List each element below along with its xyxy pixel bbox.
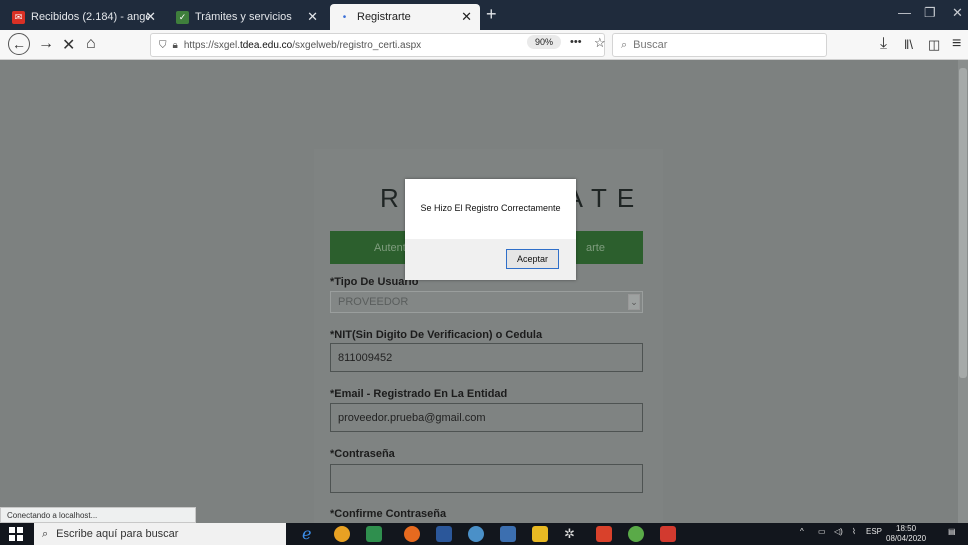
scrollbar[interactable] <box>958 60 968 523</box>
clock-date: 08/04/2020 <box>886 534 927 543</box>
app-icon[interactable] <box>366 526 382 542</box>
clock-time: 18:50 <box>896 524 917 533</box>
back-arrow-icon[interactable]: ← <box>8 33 30 55</box>
bookmark-star-icon[interactable]: ☆ <box>594 35 606 51</box>
minimize-icon[interactable]: — <box>898 5 911 20</box>
email-input[interactable]: proveedor.prueba@gmail.com <box>330 403 643 432</box>
nit-input[interactable]: 811009452 <box>330 343 643 372</box>
accept-button[interactable]: Aceptar <box>506 249 559 269</box>
scroll-thumb[interactable] <box>959 68 967 378</box>
zoom-level[interactable]: 90% <box>527 35 562 49</box>
taskbar-search-placeholder: Escribe aquí para buscar <box>56 528 179 540</box>
site-icon: ✓ <box>176 10 189 24</box>
settings-gear-icon[interactable]: ✲ <box>564 526 580 542</box>
forward-arrow-icon[interactable]: → <box>38 35 54 53</box>
tab-registrarte[interactable]: arte <box>586 242 605 254</box>
firefox-icon[interactable] <box>404 526 420 542</box>
lock-icon: 🔒︎ <box>172 39 178 51</box>
search-input[interactable]: ⌕ Buscar <box>612 33 827 57</box>
tab-label: Recibidos (2.184) - angelalopez <box>31 11 149 23</box>
url-text: https://sxgel.tdea.edu.co/sxgelweb/regis… <box>183 39 422 51</box>
sidebar-icon[interactable]: ◫ <box>928 37 940 53</box>
network-icon[interactable]: ⌇ <box>852 527 856 536</box>
nit-label: *NIT(Sin Digito De Verificacion) o Cedul… <box>330 329 543 341</box>
html5-icon[interactable] <box>596 526 612 542</box>
windows-start-icon[interactable] <box>9 527 23 541</box>
word-icon[interactable] <box>436 526 452 542</box>
app-icon-2[interactable] <box>628 526 644 542</box>
chevron-up-icon[interactable]: ^ <box>800 527 804 536</box>
email-value: proveedor.prueba@gmail.com <box>338 411 486 424</box>
tipo-usuario-select[interactable]: PROVEEDOR ⌄ <box>330 291 643 313</box>
search-icon: ⌕ <box>42 527 49 540</box>
menu-icon[interactable]: ≡ <box>952 35 961 53</box>
volume-icon[interactable]: ◁) <box>834 527 843 536</box>
browser-tab-strip: ✉ Recibidos (2.184) - angelalopez ✕ ✓ Tr… <box>0 0 968 30</box>
windows-taskbar: ⌕ Escribe aquí para buscar ℯ ✲ ^ ▭ ◁) ⌇ … <box>0 523 968 545</box>
new-tab-button[interactable]: + <box>486 4 497 25</box>
search-placeholder: Buscar <box>633 39 668 51</box>
taskbar-search-input[interactable]: ⌕ Escribe aquí para buscar <box>34 523 286 545</box>
restore-icon[interactable]: ❐ <box>924 5 936 21</box>
tab-registrarte[interactable]: • Registrarte ✕ <box>330 4 480 30</box>
confirm-password-label: *Confirme Contraseña <box>330 508 447 520</box>
file-explorer-icon[interactable] <box>532 526 548 542</box>
dialog-message: Se Hizo El Registro Correctamente <box>420 203 561 213</box>
library-icon[interactable]: ‖\ <box>904 37 913 52</box>
alert-dialog: Se Hizo El Registro Correctamente Acepta… <box>405 179 576 280</box>
edge-icon[interactable]: ℯ <box>302 524 318 543</box>
loading-dot-icon: • <box>342 11 347 23</box>
tab-tramites[interactable]: ✓ Trámites y servicios ✕ <box>168 4 326 30</box>
close-icon[interactable]: ✕ <box>145 9 156 25</box>
page-actions-icon[interactable]: ••• <box>570 36 582 48</box>
chevron-down-icon[interactable]: ⌄ <box>628 294 640 310</box>
notifications-icon[interactable]: ▤ <box>948 527 956 536</box>
close-icon[interactable]: ✕ <box>461 9 472 25</box>
tab-label: Trámites y servicios <box>195 11 292 23</box>
email-label: *Email - Registrado En La Entidad <box>330 388 508 400</box>
tab-label: Registrarte <box>357 11 411 23</box>
status-bar: Conectando a localhost... <box>0 507 196 523</box>
language-indicator[interactable]: ESP <box>866 527 882 536</box>
people-icon[interactable] <box>500 526 516 542</box>
page-content: REGISTRATE Autentic arte *Tipo De Usuari… <box>0 60 968 529</box>
tab-gmail[interactable]: ✉ Recibidos (2.184) - angelalopez ✕ <box>4 4 164 30</box>
shield-icon: ⛉ <box>159 39 167 51</box>
chrome-icon[interactable] <box>334 526 350 542</box>
browser-toolbar: ← → ✕ ⌂ ⛉ 🔒︎ https://sxgel.tdea.edu.co/s… <box>0 30 968 60</box>
gmail-icon: ✉ <box>12 10 25 24</box>
tipo-usuario-value: PROVEEDOR <box>338 296 409 308</box>
search-icon: ⌕ <box>621 38 628 51</box>
close-icon[interactable]: ✕ <box>307 9 318 25</box>
password-input[interactable] <box>330 464 643 493</box>
stop-icon[interactable]: ✕ <box>62 35 75 55</box>
password-label: *Contraseña <box>330 448 395 460</box>
nit-value: 811009452 <box>338 351 393 364</box>
close-window-icon[interactable]: ✕ <box>952 5 963 21</box>
home-icon[interactable]: ⌂ <box>86 35 96 53</box>
clock[interactable]: 18:50 08/04/2020 <box>886 524 926 544</box>
app-icon-3[interactable] <box>660 526 676 542</box>
dialog-footer: Aceptar <box>405 239 576 280</box>
search-app-icon[interactable] <box>468 526 484 542</box>
battery-icon[interactable]: ▭ <box>818 527 826 536</box>
download-icon[interactable]: ⤓ <box>880 35 887 53</box>
